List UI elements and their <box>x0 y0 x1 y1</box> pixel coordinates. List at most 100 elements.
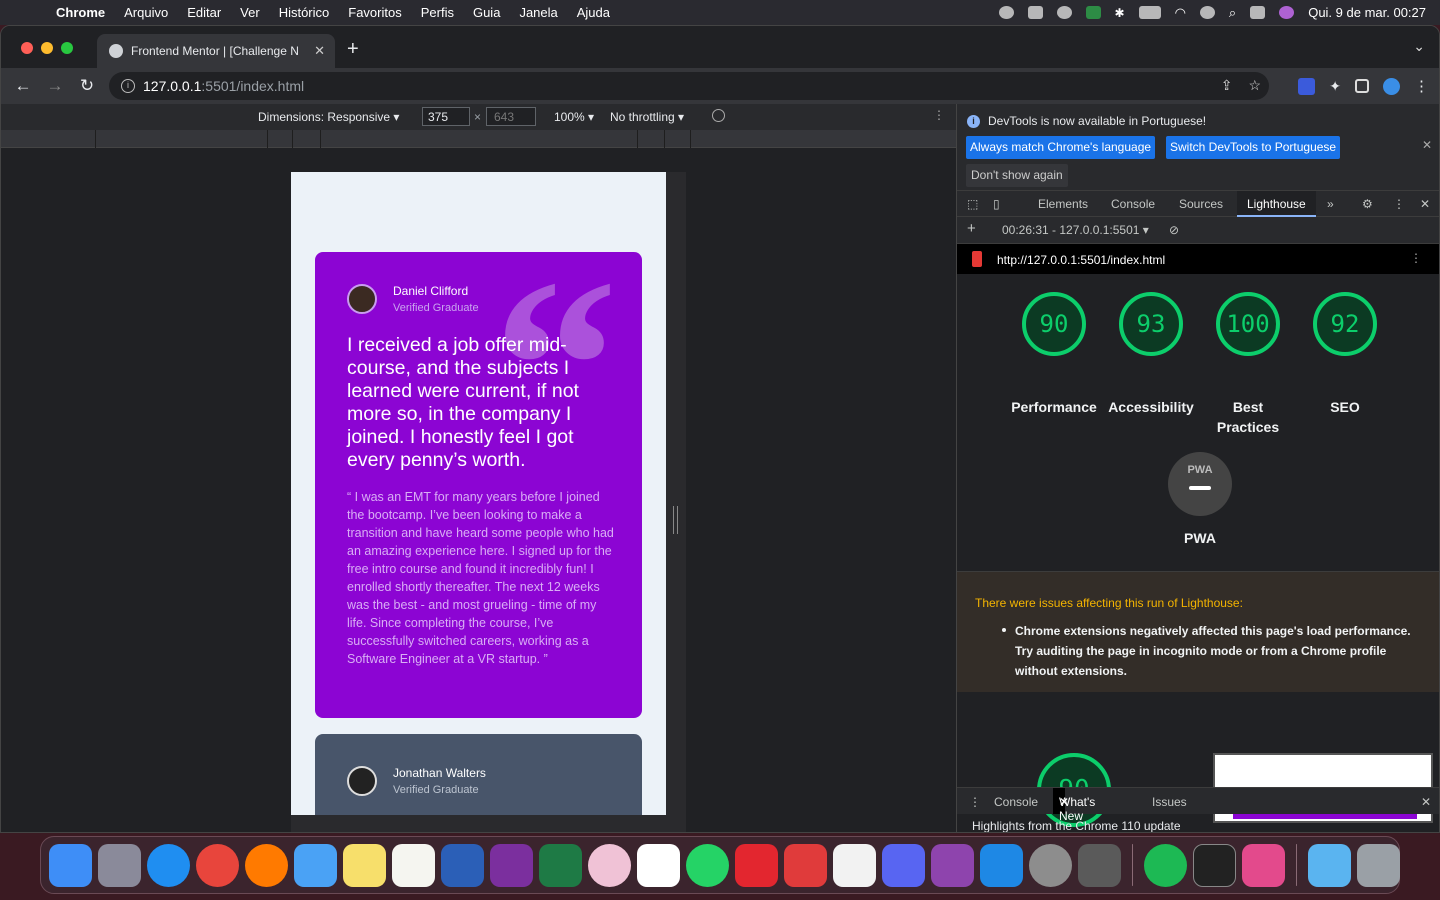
report-menu-icon[interactable]: ⋮ <box>1410 251 1422 265</box>
seo-gauge[interactable]: 92 <box>1313 292 1377 356</box>
more-tabs-icon[interactable]: » <box>1327 197 1334 211</box>
discord-icon[interactable] <box>882 843 925 887</box>
calendar-icon[interactable] <box>637 843 680 887</box>
media-query-ruler[interactable] <box>1 130 956 148</box>
inspect-icon[interactable]: ⬚ <box>967 197 978 211</box>
report-select[interactable]: 00:26:31 - 127.0.0.1:5501 ▾ <box>1002 223 1149 237</box>
address-bar[interactable]: i 127.0.0.1:5501/index.html ⇪ ☆ <box>109 72 1269 100</box>
bluetooth-icon[interactable]: ✱ <box>1115 6 1125 20</box>
downloads-folder-icon[interactable] <box>1308 843 1351 887</box>
stickies-icon[interactable] <box>343 843 386 887</box>
finder-icon[interactable] <box>49 843 92 887</box>
excel-icon[interactable] <box>539 843 582 887</box>
github-desktop-icon[interactable] <box>931 843 974 887</box>
launchpad-icon[interactable] <box>98 843 141 887</box>
puzzle-extensions-icon[interactable]: ✦ <box>1329 78 1341 95</box>
drawer-tab-whats-new[interactable]: What's New ✕ <box>1053 788 1095 823</box>
clear-reports-icon[interactable]: ⊘ <box>1169 223 1179 237</box>
switch-portuguese-button[interactable]: Switch DevTools to Portuguese <box>1166 136 1341 159</box>
menu-app[interactable]: Chrome <box>56 5 105 20</box>
drive-tray-icon[interactable] <box>1027 6 1043 19</box>
close-window-button[interactable] <box>21 42 33 54</box>
control-center-icon[interactable] <box>1250 6 1266 19</box>
dimensions-select[interactable]: Dimensions: Responsive ▾ <box>258 110 399 124</box>
menu-favoritos[interactable]: Favoritos <box>348 5 401 20</box>
share-icon[interactable]: ⇪ <box>1221 77 1233 94</box>
width-input[interactable]: 375 <box>422 107 470 126</box>
onenote-icon[interactable] <box>490 843 533 887</box>
drawer-menu-icon[interactable]: ⋮ <box>969 795 981 809</box>
menu-ver[interactable]: Ver <box>240 5 260 20</box>
new-report-plus-icon[interactable]: + <box>967 220 976 237</box>
whatsapp-icon[interactable] <box>686 843 729 887</box>
tab-elements[interactable]: Elements <box>1038 197 1088 211</box>
trash-icon[interactable] <box>1357 843 1400 887</box>
system-settings-icon[interactable] <box>1029 843 1072 887</box>
menu-janela[interactable]: Janela <box>519 5 557 20</box>
photos-icon[interactable] <box>588 843 631 887</box>
tab-lighthouse[interactable]: Lighthouse <box>1237 191 1316 217</box>
close-drawer-icon[interactable]: ✕ <box>1421 795 1431 809</box>
drawer-tab-issues[interactable]: Issues <box>1152 795 1187 809</box>
close-devtools-icon[interactable]: ✕ <box>1420 197 1430 211</box>
spotify-icon[interactable] <box>1144 843 1187 887</box>
menu-arquivo[interactable]: Arquivo <box>124 5 168 20</box>
menubar-clock[interactable]: Qui. 9 de mar. 00:27 <box>1308 5 1426 20</box>
tab-console[interactable]: Console <box>1111 197 1155 211</box>
tab-sources[interactable]: Sources <box>1179 197 1223 211</box>
anydesk-icon[interactable] <box>735 843 778 887</box>
search-icon[interactable]: ⌕ <box>1229 5 1236 21</box>
side-panel-icon[interactable] <box>1355 79 1369 93</box>
terminal-icon[interactable] <box>1193 843 1236 887</box>
word-icon[interactable] <box>441 843 484 887</box>
drawer-tab-console[interactable]: Console <box>994 795 1038 809</box>
reload-icon[interactable]: ↻ <box>77 76 97 96</box>
minimize-window-button[interactable] <box>41 42 53 54</box>
menu-editar[interactable]: Editar <box>187 5 221 20</box>
siri-icon[interactable] <box>1279 6 1295 19</box>
user-icon[interactable] <box>1199 6 1215 19</box>
brazil-flag-icon[interactable] <box>1085 6 1101 19</box>
zoom-window-button[interactable] <box>61 42 73 54</box>
forward-arrow-icon[interactable]: → <box>45 76 65 96</box>
rotate-icon[interactable] <box>712 109 725 122</box>
width-resize-handle[interactable] <box>673 506 678 534</box>
best-practices-gauge[interactable]: 100 <box>1216 292 1280 356</box>
back-arrow-icon[interactable]: ← <box>13 76 33 96</box>
close-drawer-tab-icon[interactable]: ✕ <box>1059 795 1069 809</box>
firefox-icon[interactable] <box>245 843 288 887</box>
settings-gear-icon[interactable]: ⚙ <box>1362 197 1373 211</box>
safari-icon[interactable] <box>147 843 190 887</box>
close-notice-icon[interactable]: ✕ <box>1422 138 1432 152</box>
accessibility-gauge[interactable]: 93 <box>1119 292 1183 356</box>
chrome-menu-icon[interactable]: ⋮ <box>1414 77 1429 95</box>
mail-icon[interactable] <box>294 843 337 887</box>
close-tab-icon[interactable]: ✕ <box>314 43 325 59</box>
creative-cloud-icon[interactable] <box>1242 843 1285 887</box>
time-machine-icon[interactable] <box>1056 6 1072 19</box>
match-language-button[interactable]: Always match Chrome's language <box>966 136 1156 159</box>
zoom-select[interactable]: 100% ▾ <box>554 110 594 124</box>
extension-icon[interactable] <box>1298 77 1316 95</box>
height-input[interactable]: 643 <box>486 107 536 126</box>
tab-search-chevron-icon[interactable]: ⌄ <box>1413 38 1425 55</box>
notion-icon[interactable] <box>833 843 876 887</box>
new-tab-plus-icon[interactable]: + <box>347 38 359 61</box>
pwa-badge-icon[interactable]: PWA <box>1168 452 1232 516</box>
calculator-icon[interactable] <box>1078 843 1121 887</box>
menu-guia[interactable]: Guia <box>473 5 500 20</box>
browser-tab[interactable]: Frontend Mentor | [Challenge N ✕ <box>97 34 335 68</box>
menu-perfis[interactable]: Perfis <box>421 5 454 20</box>
performance-gauge[interactable]: 90 <box>1022 292 1086 356</box>
devtools-menu-icon[interactable]: ⋮ <box>1393 197 1405 211</box>
dont-show-again-button[interactable]: Don't show again <box>966 164 1068 187</box>
vscode-icon[interactable] <box>980 843 1023 887</box>
menu-historico[interactable]: Histórico <box>279 5 330 20</box>
bookmark-star-icon[interactable]: ☆ <box>1248 77 1261 94</box>
site-info-icon[interactable]: i <box>121 79 135 93</box>
menu-ajuda[interactable]: Ajuda <box>577 5 610 20</box>
notes-icon[interactable] <box>392 843 435 887</box>
wifi-icon[interactable]: ◠ <box>1175 5 1186 21</box>
remote-desktop-icon[interactable] <box>784 843 827 887</box>
device-more-icon[interactable]: ⋮ <box>933 108 945 122</box>
